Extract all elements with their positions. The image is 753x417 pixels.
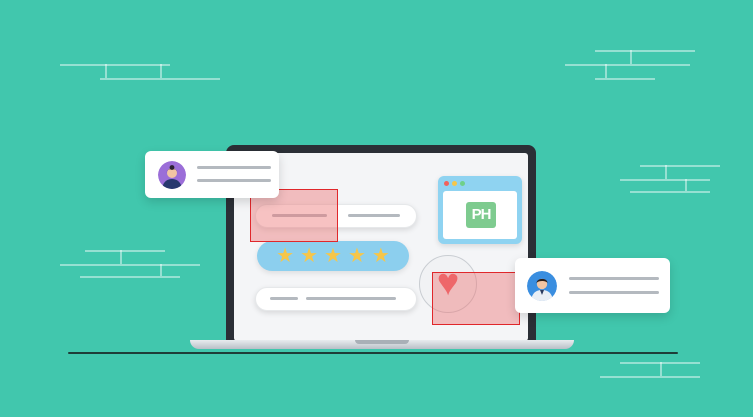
window-dots (444, 181, 465, 186)
window-dot-yellow (452, 181, 457, 186)
avatar-woman (158, 161, 186, 189)
floor-line (68, 352, 678, 354)
star-icon: ★ (371, 245, 390, 267)
window-dot-red (444, 181, 449, 186)
laptop-notch (355, 340, 409, 344)
review-line-pill-bottom (255, 287, 417, 311)
product-hunt-window: PH (438, 176, 522, 244)
star-icon: ★ (347, 245, 366, 267)
avatar-man (527, 271, 557, 301)
ph-logo: PH (466, 202, 496, 228)
star-icon: ★ (324, 245, 342, 267)
window-dot-green (460, 181, 465, 186)
star-icon: ★ (300, 245, 319, 267)
window-body: PH (443, 191, 517, 239)
star-icon: ★ (276, 245, 295, 267)
notification-card-left (145, 151, 279, 198)
notification-card-right (515, 258, 670, 313)
star-rating: ★ ★ ★ ★ ★ (257, 241, 409, 271)
highlight-box-right (432, 272, 520, 325)
